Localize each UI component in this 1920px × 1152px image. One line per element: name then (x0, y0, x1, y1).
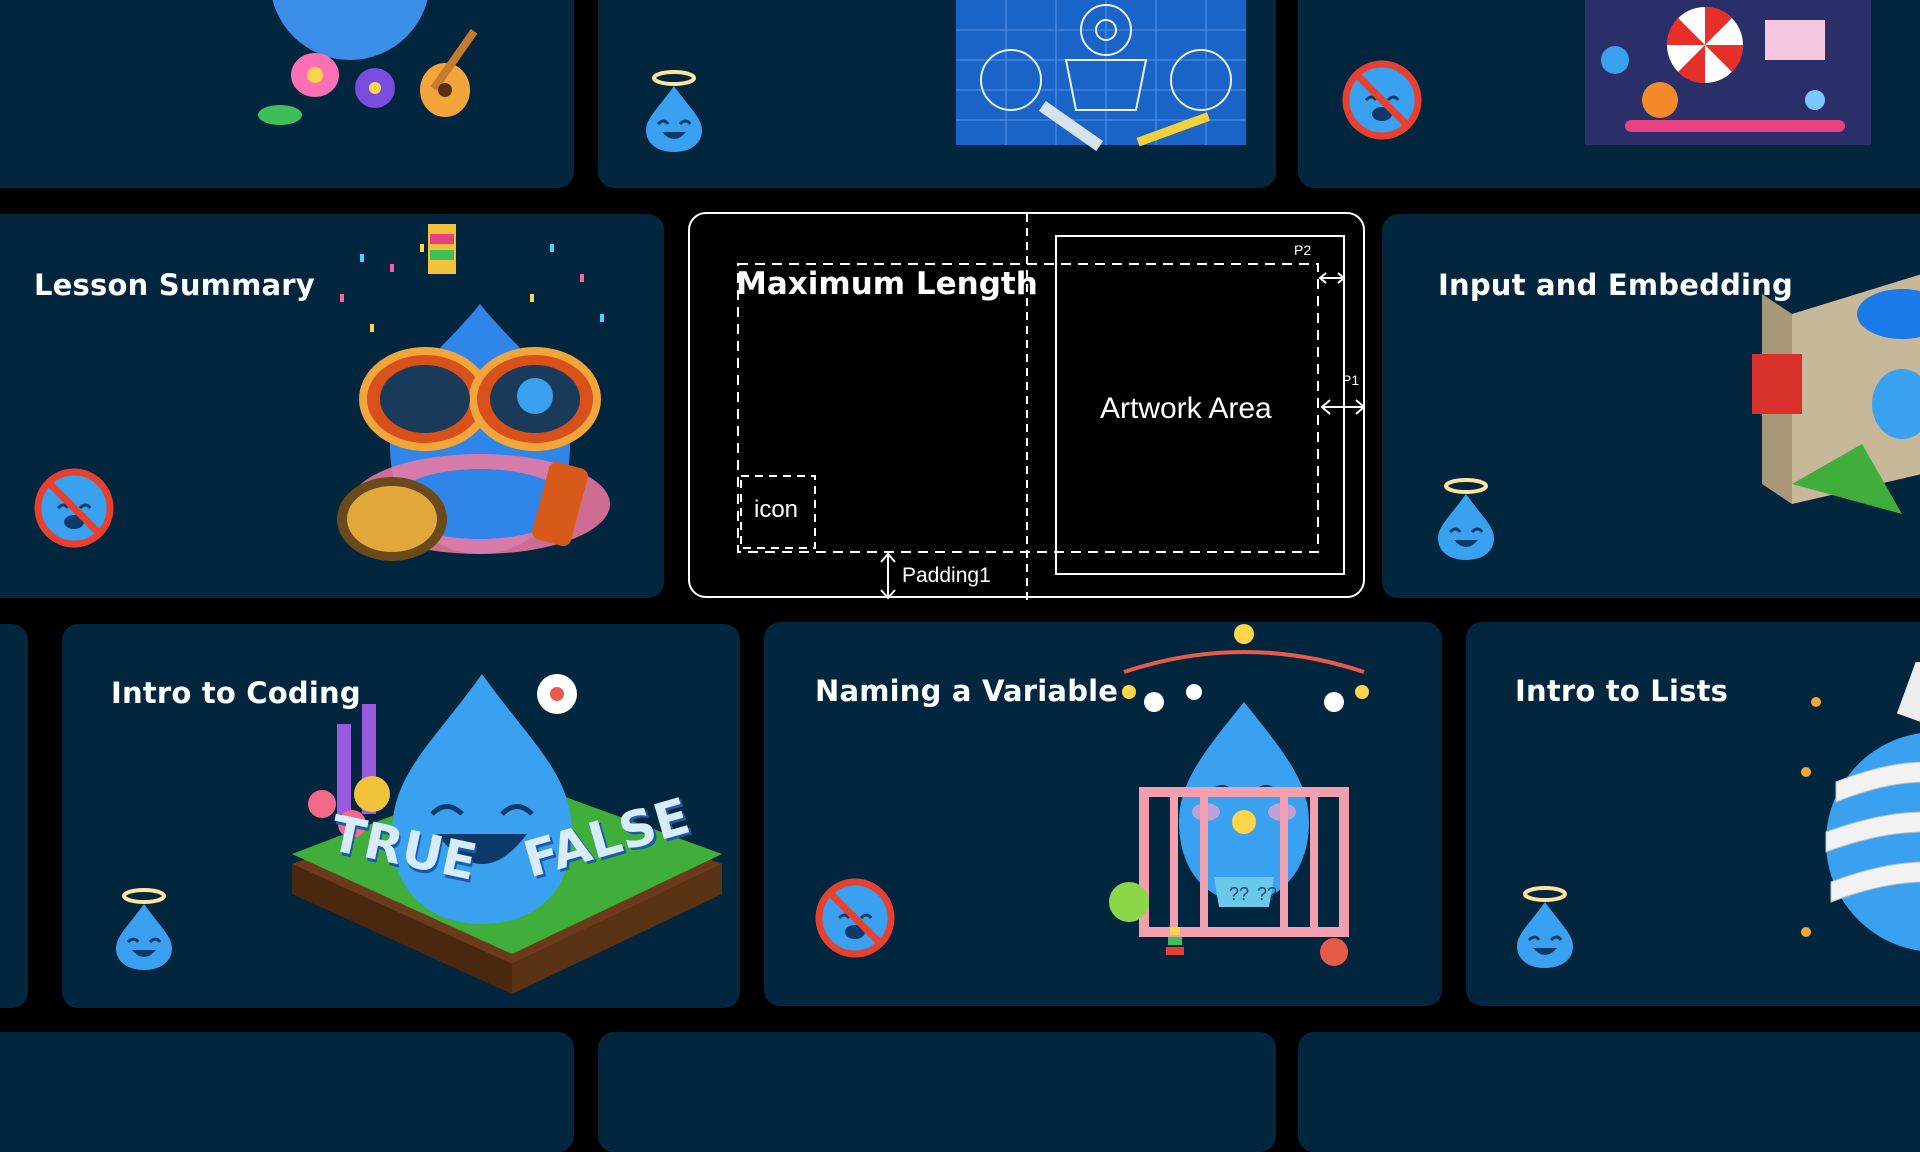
angel-drop-icon (116, 888, 172, 970)
card-title: Intro to Lists (1515, 674, 1729, 708)
candy-machine-artwork (1585, 0, 1871, 145)
card-top-middle[interactable] (598, 0, 1276, 188)
card-lesson-summary[interactable]: Lesson Summary (0, 214, 664, 598)
padding1-label: Padding1 (902, 564, 991, 587)
not-allowed-drop-icon (34, 468, 114, 548)
card-bottom-right[interactable] (1298, 1032, 1920, 1152)
flowers-guitar-artwork (258, 0, 478, 125)
blueprint-artwork (956, 0, 1246, 151)
card-input-embedding[interactable]: Input and Embedding (1382, 214, 1920, 598)
shape-sorter-artwork (1752, 274, 1920, 514)
layout-spec-card: Maximum Length Artwork Area icon Padding… (688, 212, 1366, 600)
double-arrow-icon (1318, 272, 1346, 284)
card-top-right[interactable] (1298, 0, 1920, 188)
angel-drop-icon (1438, 478, 1494, 560)
paper-globe-artwork (1801, 662, 1920, 951)
card-intro-coding[interactable]: Intro to Coding TRUE FALSE (62, 624, 740, 1008)
card-title: Naming a Variable (815, 674, 1119, 708)
p2-label: P2 (1294, 242, 1312, 258)
icon-label: icon (754, 496, 799, 523)
card-left-edge[interactable] (0, 624, 28, 1008)
artwork-area-label: Artwork Area (1100, 392, 1272, 425)
angel-drop-icon (646, 70, 702, 152)
card-intro-lists[interactable]: Intro to Lists (1466, 622, 1920, 1006)
max-length-label: Maximum Length (736, 266, 1038, 302)
card-title: Input and Embedding (1438, 268, 1793, 302)
baby-drop-crib-artwork (1109, 624, 1369, 966)
card-naming-variable[interactable]: Naming a Variable ?? ?? (764, 622, 1442, 1006)
p1-label: P1 (1342, 372, 1360, 388)
card-bottom-middle[interactable] (598, 1032, 1276, 1152)
not-allowed-drop-icon (1342, 60, 1422, 140)
party-drop-artwork (337, 224, 610, 561)
not-allowed-drop-icon (815, 878, 895, 958)
angel-drop-icon (1517, 886, 1573, 968)
card-top-left[interactable] (0, 0, 574, 188)
card-bottom-left[interactable] (0, 1032, 574, 1152)
bib-text: ?? (1257, 884, 1278, 904)
bib-text: ?? (1229, 884, 1250, 904)
card-title: Lesson Summary (34, 268, 315, 302)
